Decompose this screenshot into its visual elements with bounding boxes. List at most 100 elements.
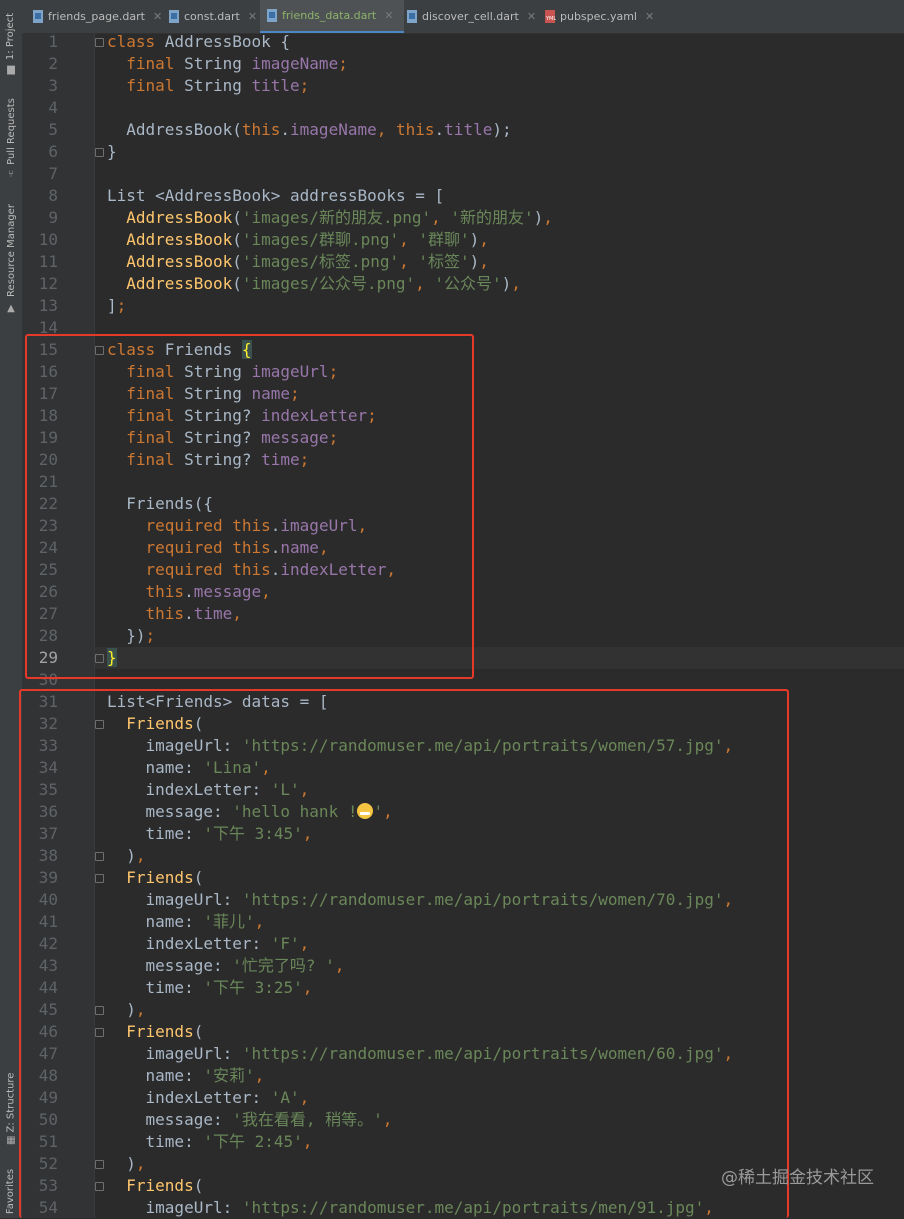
line-number[interactable]: 10 xyxy=(22,229,58,251)
editor-tab[interactable]: friends_page.dart ✕ xyxy=(26,0,166,33)
code-token: '群聊' xyxy=(418,230,470,249)
code-token: ) xyxy=(533,208,544,227)
code-line: final String title; xyxy=(107,75,309,97)
line-number[interactable]: 1 xyxy=(22,31,58,53)
sidebar-tab-label: Favorites xyxy=(5,1168,17,1214)
code-token: ; xyxy=(299,76,310,95)
code-token: ; xyxy=(116,296,127,315)
code-token: , xyxy=(431,208,451,227)
code-token: , xyxy=(415,274,435,293)
code-token: ] xyxy=(107,296,117,315)
close-icon[interactable]: ✕ xyxy=(153,10,162,23)
watermark-text: @稀土掘金技术社区 xyxy=(721,1168,874,1188)
structure-icon[interactable]: ▦ xyxy=(6,1136,16,1146)
code-token: AddressBook xyxy=(107,274,233,293)
line-number[interactable]: 6 xyxy=(22,141,58,163)
line-number[interactable]: 11 xyxy=(22,251,58,273)
editor-tab-label: const.dart xyxy=(184,10,240,23)
code-token: . xyxy=(434,120,445,139)
line-number[interactable]: 12 xyxy=(22,273,58,295)
code-token: this xyxy=(396,120,435,139)
line-number[interactable]: 7 xyxy=(22,163,58,185)
code-token: , xyxy=(543,208,553,227)
code-line: ]; xyxy=(107,295,126,317)
code-line: final String imageName; xyxy=(107,53,348,75)
dart-file-icon xyxy=(32,10,44,23)
line-number[interactable]: 2 xyxy=(22,53,58,75)
code-token: , xyxy=(399,230,419,249)
editor-tab[interactable]: friends_data.dart ✕ xyxy=(260,0,404,33)
code-token: . xyxy=(280,120,291,139)
code-token: ) xyxy=(469,230,480,249)
code-token: , xyxy=(479,252,489,271)
code-token: title xyxy=(444,120,493,139)
code-line: AddressBook('images/标签.png', '标签'), xyxy=(107,251,489,273)
line-number[interactable]: 13 xyxy=(22,295,58,317)
editor-tab[interactable]: const.dart ✕ xyxy=(162,0,264,33)
code-token: final xyxy=(107,76,185,95)
editor-tab-bar: friends_page.dart ✕ const.dart ✕ friends_dat… xyxy=(22,0,904,34)
code-token: , xyxy=(376,120,396,139)
close-icon[interactable]: ✕ xyxy=(384,9,393,22)
code-token: '公众号' xyxy=(434,274,502,293)
code-token: ) xyxy=(501,274,512,293)
code-token: , xyxy=(511,274,521,293)
editor-tab-label: friends_page.dart xyxy=(48,10,145,23)
code-token: List <AddressBook> addressBooks = [ xyxy=(107,186,445,205)
code-token: AddressBook xyxy=(107,252,233,271)
sidebar-tab-label: 1: Project xyxy=(5,12,17,60)
close-icon[interactable]: ✕ xyxy=(527,10,536,23)
code-token: class xyxy=(107,32,165,51)
code-token: 'images/标签.png' xyxy=(241,252,400,271)
code-token: ( xyxy=(232,274,242,293)
code-token: final xyxy=(107,54,185,73)
editor-tab[interactable]: discover_cell.dart ✕ xyxy=(400,0,542,33)
sidebar-tab-label: Resource Manager xyxy=(5,203,17,297)
code-token: AddressBook xyxy=(107,208,233,227)
code-token: 'images/公众号.png' xyxy=(241,274,416,293)
code-token: 'images/群聊.png' xyxy=(241,230,400,249)
code-token: String xyxy=(184,76,252,95)
sidebar-tab-resource-manager[interactable]: Resource Manager xyxy=(0,200,22,300)
code-line: AddressBook('images/群聊.png', '群聊'), xyxy=(107,229,489,251)
close-icon[interactable]: ✕ xyxy=(645,10,654,23)
dart-file-icon xyxy=(168,10,180,23)
code-token: ); xyxy=(492,120,512,139)
line-number[interactable]: 4 xyxy=(22,97,58,119)
editor-tab-label: friends_data.dart xyxy=(282,9,377,22)
code-token: imageName xyxy=(290,120,377,139)
sidebar-tab-label: Pull Requests xyxy=(5,97,17,165)
code-line: List <AddressBook> addressBooks = [ xyxy=(107,185,444,207)
code-token: ) xyxy=(469,252,480,271)
line-number[interactable]: 5 xyxy=(22,119,58,141)
code-token: } xyxy=(107,142,117,161)
code-token: AddressBook xyxy=(107,230,233,249)
yaml-file-icon: YML xyxy=(544,10,556,23)
code-token: ( xyxy=(232,230,242,249)
close-icon[interactable]: ✕ xyxy=(248,10,257,23)
dart-file-icon xyxy=(406,10,418,23)
editor-tab-label: pubspec.yaml xyxy=(560,10,637,23)
editor-tab[interactable]: YML pubspec.yaml ✕ xyxy=(538,0,674,33)
code-line: } xyxy=(107,141,117,163)
sidebar-tab-project[interactable]: 1: Project xyxy=(0,8,22,64)
code-token: imageName xyxy=(251,54,339,73)
highlight-box-friends-class xyxy=(25,334,474,679)
line-number[interactable]: 8 xyxy=(22,185,58,207)
resource-manager-icon[interactable]: ▲ xyxy=(6,304,16,314)
highlight-box-friends-list xyxy=(19,689,789,1218)
code-token: title xyxy=(251,76,300,95)
sidebar-tab-label: Z: Structure xyxy=(5,1072,17,1132)
code-token: ; xyxy=(338,54,348,73)
code-line: class AddressBook { xyxy=(107,31,290,53)
pull-request-icon[interactable]: ⑂ xyxy=(6,170,16,180)
project-folder-icon[interactable]: ▆ xyxy=(6,65,16,75)
code-token: '标签' xyxy=(418,252,470,271)
code-token: this xyxy=(241,120,281,139)
sidebar-tab-pull-requests[interactable]: Pull Requests xyxy=(0,94,22,168)
line-number[interactable]: 9 xyxy=(22,207,58,229)
dart-file-icon xyxy=(266,9,278,22)
line-number[interactable]: 3 xyxy=(22,75,58,97)
code-token: ( xyxy=(232,208,242,227)
code-line: AddressBook('images/公众号.png', '公众号'), xyxy=(107,273,521,295)
